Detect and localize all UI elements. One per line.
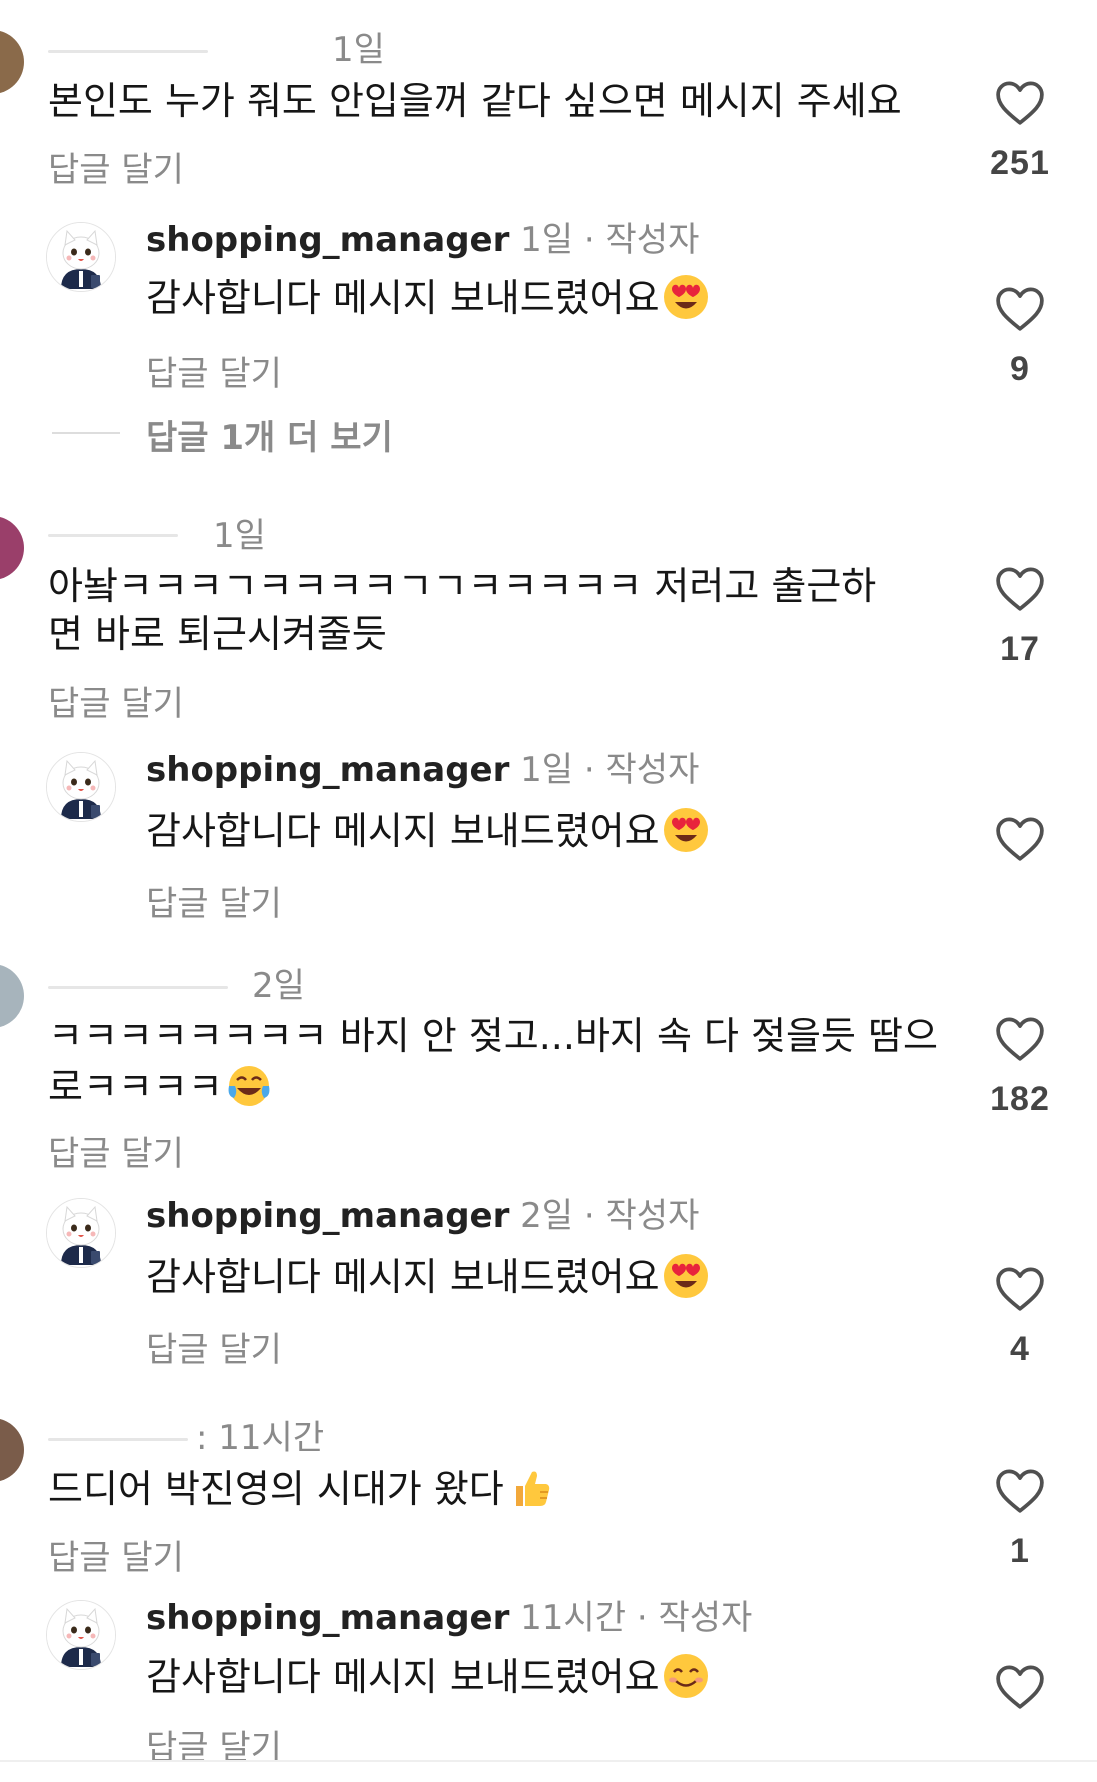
- commenter-avatar[interactable]: [0, 30, 24, 94]
- author-badge: 작성자: [605, 1196, 700, 1236]
- commenter-name-redacted: [48, 986, 228, 989]
- reply-button[interactable]: 답글 달기: [48, 676, 184, 725]
- cat-avatar-icon: [47, 753, 115, 821]
- comment-text-line: 아놬ㅋㅋㅋㄱㅋㅋㅋㅋㄱㄱㅋㅋㅋㅋㅋ 저러고 출근하: [48, 564, 877, 608]
- heart-eyes-icon: [663, 1254, 708, 1298]
- comment-time: 1일: [213, 516, 266, 556]
- divider: [0, 1760, 1097, 1762]
- reply-avatar[interactable]: [46, 1198, 116, 1268]
- reply-meta: shopping_manager 1일 · 작성자: [146, 742, 699, 791]
- like-button[interactable]: 251: [985, 80, 1055, 184]
- comment-text-row: 로ㅋㅋㅋㅋ: [48, 1062, 273, 1111]
- reply-text: 감사합니다 메시지 보내드렸어요: [146, 1655, 660, 1699]
- like-count: 182: [990, 1080, 1050, 1118]
- view-more-replies-label[interactable]: 답글 1개 더 보기: [146, 410, 393, 459]
- comment-time: 1일: [332, 30, 385, 70]
- comment-time: 2일: [252, 966, 305, 1006]
- reply-meta: shopping_manager 2일 · 작성자: [146, 1188, 699, 1237]
- reply-time: 1일: [520, 750, 574, 790]
- comment-time-row: : 11시간: [196, 1410, 324, 1459]
- heart-eyes-icon: [663, 275, 708, 319]
- reply-button[interactable]: 답글 달기: [146, 876, 282, 925]
- reply-meta: shopping_manager 1일 · 작성자: [146, 212, 699, 261]
- comment-text: 드디어 박진영의 시대가 왔다: [48, 1467, 504, 1511]
- reply-username[interactable]: shopping_manager: [146, 750, 509, 790]
- reply-button[interactable]: 답글 달기: [48, 1530, 184, 1579]
- tears-of-joy-icon: [228, 1066, 270, 1106]
- reply-button[interactable]: 답글 달기: [48, 1126, 184, 1175]
- like-button[interactable]: 1: [985, 1468, 1055, 1572]
- meta-separator: ·: [583, 750, 595, 790]
- reply-username[interactable]: shopping_manager: [146, 1598, 509, 1638]
- divider: [52, 432, 120, 434]
- like-count: [985, 880, 1055, 920]
- comment-text-line: ㅋㅋㅋㅋㅋㅋㅋㅋ 바지 안 젖고...바지 속 다 젖을듯 땀으: [48, 1014, 938, 1058]
- like-button[interactable]: 182: [985, 1016, 1055, 1120]
- reply-avatar[interactable]: [46, 1600, 116, 1670]
- thumbs-up-icon: [515, 1471, 549, 1506]
- time-prefix: :: [196, 1418, 208, 1458]
- reply-avatar[interactable]: [46, 752, 116, 822]
- reply-text-row: 감사합니다 메시지 보내드렸어요: [146, 273, 710, 322]
- heart-outline-icon: [996, 567, 1044, 611]
- like-button[interactable]: 4: [985, 1266, 1055, 1370]
- reply-text: 감사합니다 메시지 보내드렸어요: [146, 276, 660, 320]
- comments-screen: 1일 본인도 누가 줘도 안입을꺼 같다 싶으면 메시지 주세요 답글 달기 2…: [0, 0, 1097, 1782]
- commenter-avatar[interactable]: [0, 516, 24, 580]
- commenter-name-redacted: [48, 534, 178, 537]
- reply-text-row: 감사합니다 메시지 보내드렸어요: [146, 806, 710, 855]
- reply-time: 1일: [520, 220, 574, 260]
- commenter-avatar[interactable]: [0, 964, 24, 1028]
- comment-text: 본인도 누가 줘도 안입을꺼 같다 싶으면 메시지 주세요: [48, 79, 902, 123]
- author-badge: 작성자: [605, 220, 700, 260]
- like-button[interactable]: [985, 1664, 1055, 1710]
- commenter-name-redacted: [48, 50, 208, 53]
- heart-outline-icon: [996, 1665, 1044, 1709]
- author-badge: 작성자: [605, 750, 700, 790]
- commenter-avatar[interactable]: [0, 1418, 24, 1482]
- comment-time: 11시간: [218, 1418, 325, 1458]
- comment-text-line: 로ㅋㅋㅋㅋ: [48, 1065, 223, 1109]
- cat-avatar-icon: [47, 223, 115, 291]
- cat-avatar-icon: [47, 1601, 115, 1669]
- cat-avatar-icon: [47, 1199, 115, 1267]
- heart-outline-icon: [996, 1267, 1044, 1311]
- heart-eyes-icon: [663, 808, 708, 852]
- reply-text: 감사합니다 메시지 보내드렸어요: [146, 1255, 660, 1299]
- meta-separator: ·: [636, 1598, 648, 1638]
- like-count: 251: [990, 144, 1050, 182]
- heart-outline-icon: [996, 1469, 1044, 1513]
- reply-text: 감사합니다 메시지 보내드렸어요: [146, 809, 660, 853]
- heart-outline-icon: [996, 1017, 1044, 1061]
- like-count: 9: [1010, 350, 1030, 388]
- like-button[interactable]: 9: [985, 286, 1055, 390]
- like-count: 1: [1010, 1532, 1030, 1570]
- reply-time: 2일: [520, 1196, 574, 1236]
- like-button[interactable]: [985, 816, 1055, 920]
- reply-meta: shopping_manager 11시간 · 작성자: [146, 1590, 752, 1639]
- smiling-face-icon: [663, 1654, 708, 1698]
- like-count: 4: [1010, 1330, 1030, 1368]
- reply-time: 11시간: [520, 1598, 626, 1638]
- reply-button[interactable]: 답글 달기: [146, 1322, 282, 1371]
- reply-text-row: 감사합니다 메시지 보내드렸어요: [146, 1252, 710, 1301]
- reply-text-row: 감사합니다 메시지 보내드렸어요: [146, 1652, 710, 1701]
- heart-outline-icon: [996, 817, 1044, 861]
- commenter-name-redacted: [48, 1438, 188, 1441]
- reply-username[interactable]: shopping_manager: [146, 220, 509, 260]
- like-button[interactable]: 17: [985, 566, 1055, 670]
- view-more-replies[interactable]: 답글 1개 더 보기: [52, 410, 452, 458]
- reply-button[interactable]: 답글 달기: [48, 142, 184, 191]
- like-count: 17: [1000, 630, 1040, 668]
- heart-outline-icon: [996, 81, 1044, 125]
- author-badge: 작성자: [658, 1598, 753, 1638]
- heart-outline-icon: [996, 287, 1044, 331]
- meta-separator: ·: [583, 220, 595, 260]
- comment-text-line: 면 바로 퇴근시켜줄듯: [48, 612, 387, 656]
- reply-avatar[interactable]: [46, 222, 116, 292]
- comment-text-row: 드디어 박진영의 시대가 왔다: [48, 1464, 554, 1513]
- reply-button[interactable]: 답글 달기: [146, 346, 282, 395]
- meta-separator: ·: [583, 1196, 595, 1236]
- reply-username[interactable]: shopping_manager: [146, 1196, 509, 1236]
